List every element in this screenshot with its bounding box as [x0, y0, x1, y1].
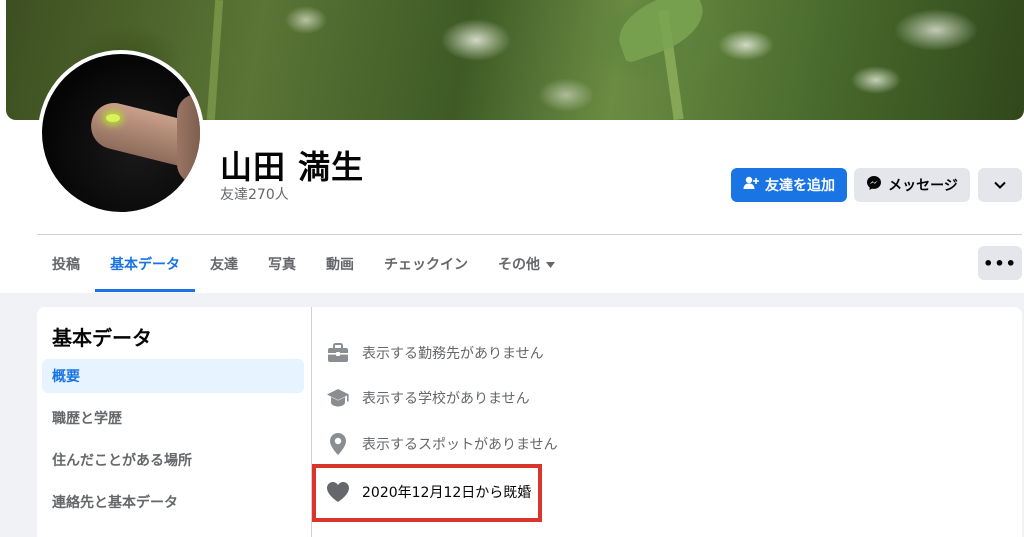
tab-posts[interactable]: 投稿	[37, 236, 95, 292]
add-user-icon	[743, 176, 759, 194]
briefcase-icon	[326, 341, 350, 365]
overview-places: 表示するスポットがありません	[326, 431, 558, 457]
tab-checkins[interactable]: チェックイン	[369, 236, 483, 292]
highlight-box	[312, 464, 542, 522]
overview-school-text: 表示する学校がありません	[362, 391, 530, 407]
message-label: メッセージ	[888, 178, 958, 194]
more-actions-button[interactable]	[978, 168, 1022, 202]
tab-videos[interactable]: 動画	[311, 236, 369, 292]
ellipsis-icon: •••	[983, 253, 1017, 273]
graduation-cap-icon	[326, 386, 350, 410]
overview-work: 表示する勤務先がありません	[326, 340, 544, 366]
sidebar-item-work-education[interactable]: 職歴と学歴	[42, 401, 304, 435]
message-button[interactable]: メッセージ	[854, 168, 970, 202]
tab-more[interactable]: その他	[483, 236, 570, 292]
sidebar-item-places-lived[interactable]: 住んだことがある場所	[42, 443, 304, 477]
chevron-down-icon	[994, 177, 1006, 193]
about-title: 基本データ	[52, 326, 152, 350]
messenger-icon	[866, 175, 882, 195]
sidebar-item-overview[interactable]: 概要	[42, 359, 304, 393]
overview-school: 表示する学校がありません	[326, 385, 530, 411]
profile-name: 山田 満生	[220, 148, 365, 186]
tab-options-button[interactable]: •••	[978, 246, 1022, 280]
tab-friends[interactable]: 友達	[195, 236, 253, 292]
profile-tabs: 投稿 基本データ 友達 写真 動画 チェックイン その他	[37, 236, 570, 292]
profile-avatar[interactable]	[38, 50, 204, 216]
add-friend-label: 友達を追加	[765, 178, 835, 194]
tab-about[interactable]: 基本データ	[95, 236, 195, 292]
tab-photos[interactable]: 写真	[253, 236, 311, 292]
header-divider	[37, 234, 1022, 235]
location-pin-icon	[326, 432, 350, 456]
sidebar-item-contact-info[interactable]: 連絡先と基本データ	[42, 485, 304, 519]
friends-count[interactable]: 友達270人	[220, 184, 289, 204]
overview-work-text: 表示する勤務先がありません	[362, 346, 544, 362]
overview-places-text: 表示するスポットがありません	[362, 437, 558, 453]
add-friend-button[interactable]: 友達を追加	[731, 168, 847, 202]
caret-down-icon	[546, 256, 555, 272]
